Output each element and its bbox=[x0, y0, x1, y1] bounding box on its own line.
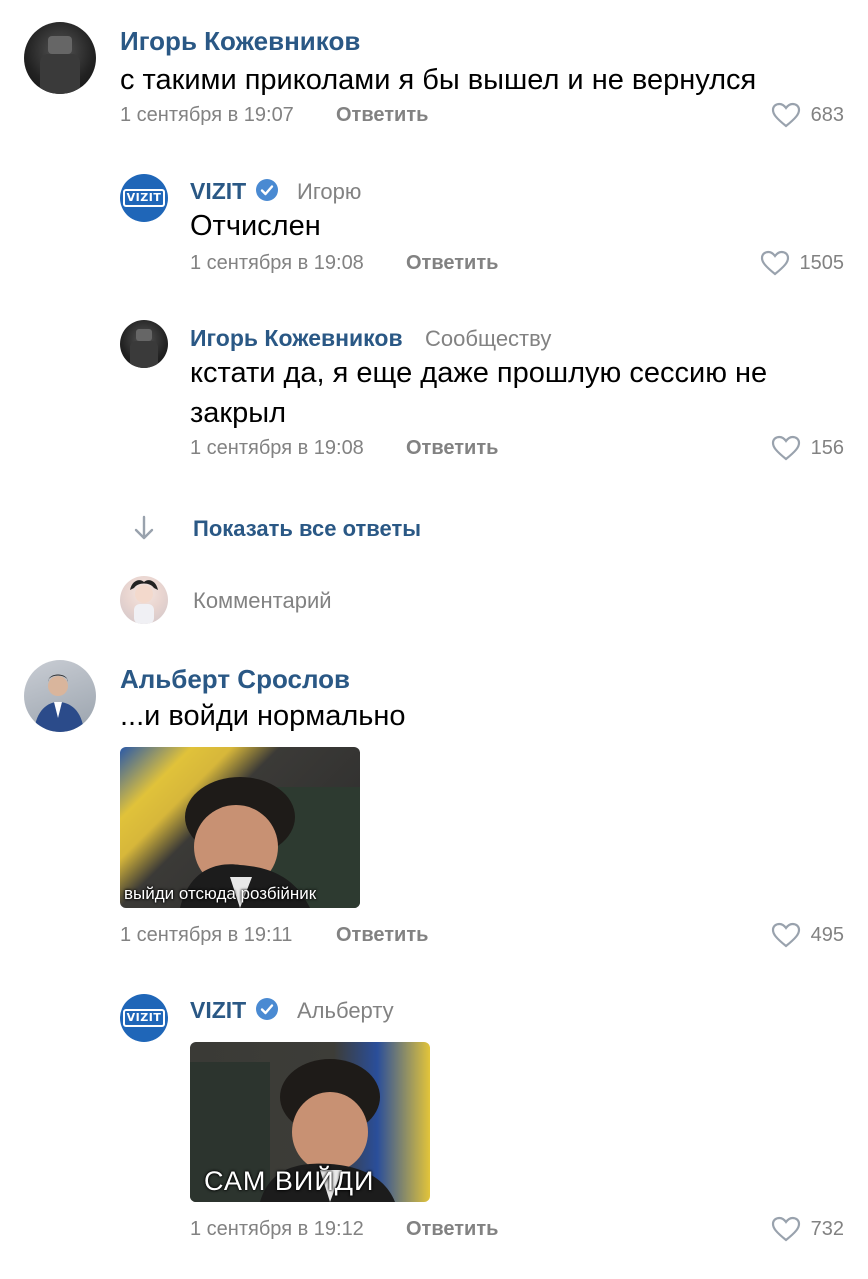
reply-button[interactable]: Ответить bbox=[406, 252, 498, 275]
like-button[interactable]: 732 bbox=[771, 1216, 844, 1242]
comment-author[interactable]: Игорь Кожевников bbox=[120, 26, 360, 57]
comment-text-line: закрыл bbox=[190, 397, 287, 429]
avatar[interactable] bbox=[24, 660, 96, 732]
avatar-figure-icon bbox=[130, 329, 158, 368]
verified-icon bbox=[256, 998, 278, 1020]
comment-time: 1 сентября в 19:08 bbox=[190, 252, 364, 274]
show-all-replies-button[interactable]: Показать все ответы bbox=[193, 516, 421, 542]
comment-time: 1 сентября в 19:12 bbox=[190, 1218, 364, 1240]
avatar[interactable]: VIZIT bbox=[120, 174, 168, 222]
avatar[interactable] bbox=[24, 22, 96, 94]
heart-icon bbox=[771, 435, 800, 461]
vizit-logo: VIZIT bbox=[122, 1009, 166, 1027]
heart-icon bbox=[771, 922, 800, 948]
avatar-figure-icon bbox=[34, 674, 84, 732]
gif-attachment[interactable]: выйди отсюда розбійник bbox=[120, 747, 360, 908]
comment-text: Отчислен bbox=[190, 210, 321, 242]
comment-text: с такими приколами я бы вышел и не верну… bbox=[120, 64, 757, 96]
comment-text: ...и войди нормально bbox=[120, 700, 406, 732]
reply-addressee[interactable]: Сообществу bbox=[425, 326, 551, 352]
comment-time: 1 сентября в 19:07 bbox=[120, 104, 294, 126]
like-button[interactable]: 495 bbox=[771, 922, 844, 948]
comment-author[interactable]: Альберт Срослов bbox=[120, 664, 350, 695]
like-button[interactable]: 683 bbox=[771, 102, 844, 128]
gif-caption: выйди отсюда розбійник bbox=[124, 884, 317, 903]
comment-time: 1 сентября в 19:11 bbox=[120, 924, 293, 946]
like-count: 156 bbox=[810, 436, 844, 459]
verified-icon bbox=[256, 179, 278, 201]
comment-author[interactable]: Игорь Кожевников bbox=[190, 325, 403, 352]
reply-addressee[interactable]: Альберту bbox=[297, 998, 394, 1024]
reply-addressee[interactable]: Игорю bbox=[297, 179, 361, 205]
avatar[interactable] bbox=[120, 320, 168, 368]
arrow-down-icon[interactable] bbox=[132, 514, 156, 542]
reply-button[interactable]: Ответить bbox=[406, 437, 498, 460]
comment-time: 1 сентября в 19:08 bbox=[190, 437, 364, 459]
like-count: 683 bbox=[810, 103, 844, 126]
gif-caption: САМ ВИЙДИ bbox=[204, 1166, 375, 1196]
comment-author[interactable]: VIZIT bbox=[190, 997, 246, 1024]
like-count: 732 bbox=[810, 1217, 844, 1240]
heart-icon bbox=[771, 102, 800, 128]
comment-text-line: кстати да, я еще даже прошлую сессию не bbox=[190, 357, 768, 389]
comment-author[interactable]: VIZIT bbox=[190, 178, 246, 205]
reply-button[interactable]: Ответить bbox=[336, 104, 428, 127]
heart-icon bbox=[771, 1216, 800, 1242]
avatar[interactable]: VIZIT bbox=[120, 994, 168, 1042]
like-count: 1505 bbox=[799, 251, 845, 274]
avatar-figure-icon bbox=[130, 580, 158, 624]
reply-button[interactable]: Ответить bbox=[406, 1218, 498, 1241]
like-button[interactable]: 1505 bbox=[760, 250, 845, 276]
current-user-avatar bbox=[120, 576, 168, 624]
like-button[interactable]: 156 bbox=[771, 435, 844, 461]
gif-attachment[interactable]: САМ ВИЙДИ bbox=[190, 1042, 430, 1202]
avatar-figure-icon bbox=[40, 36, 80, 94]
comment-input[interactable]: Комментарий bbox=[193, 588, 332, 614]
heart-icon bbox=[760, 250, 789, 276]
reply-button[interactable]: Ответить bbox=[336, 924, 428, 947]
vizit-logo: VIZIT bbox=[122, 189, 166, 207]
like-count: 495 bbox=[810, 923, 844, 946]
